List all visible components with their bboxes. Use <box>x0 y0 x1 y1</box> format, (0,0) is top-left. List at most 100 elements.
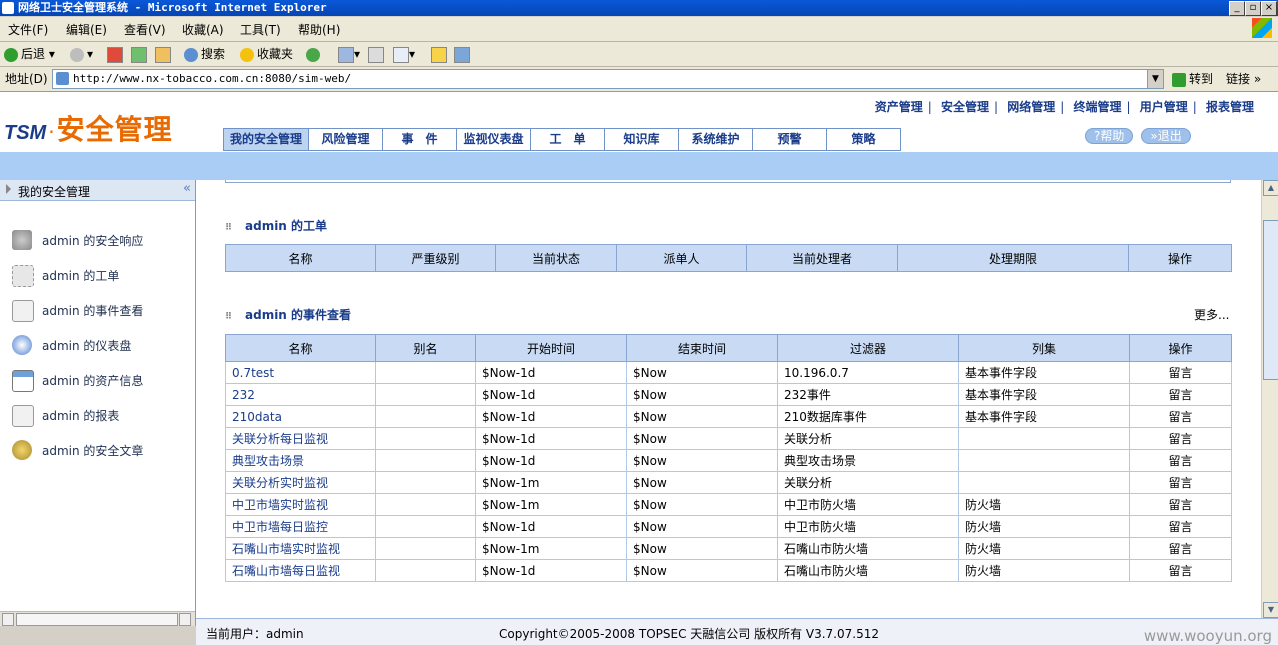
more-link[interactable]: 更多... <box>1194 306 1229 323</box>
scroll-up-icon[interactable]: ▲ <box>1263 180 1278 196</box>
table-row: 210data $Now-1d $Now 210数据库事件 基本事件字段 留言 <box>225 405 1232 428</box>
home-button[interactable] <box>155 45 171 63</box>
menu-file[interactable]: 文件(F) <box>8 21 48 38</box>
comment-link[interactable]: 留言 <box>1129 449 1232 472</box>
menu-tools[interactable]: 工具(T) <box>240 21 281 38</box>
app-header: TSM ·安全管理 资产管理 | 安全管理 | 网络管理 | 终端管理 | 用户管理 | 报… <box>0 92 1278 152</box>
tab-policy[interactable]: 策略 <box>826 128 901 151</box>
maximize-button[interactable]: ▫ <box>1245 1 1261 16</box>
event-name-link[interactable]: 中卫市墙每日监控 <box>225 515 376 538</box>
search-button[interactable]: 搜索 <box>184 45 225 63</box>
link-asset-management[interactable]: 资产管理 <box>875 100 923 114</box>
previous-table-edge <box>225 180 1231 183</box>
comment-link[interactable]: 留言 <box>1129 383 1232 406</box>
links-button[interactable]: 链接 » <box>1226 70 1261 87</box>
event-name-link[interactable]: 232 <box>225 383 376 406</box>
column-header: 操作 <box>1128 244 1232 272</box>
table-cell: $Now-1d <box>475 383 627 406</box>
tab-system[interactable]: 系统维护 <box>678 128 753 151</box>
address-input[interactable] <box>73 71 1143 86</box>
tab-alert[interactable]: 预警 <box>752 128 827 151</box>
tab-risk[interactable]: 风险管理 <box>308 128 383 151</box>
star-icon <box>240 47 254 62</box>
speaker-icon <box>12 230 32 250</box>
comment-link[interactable]: 留言 <box>1129 471 1232 494</box>
comment-link[interactable]: 留言 <box>1129 515 1232 538</box>
logout-button[interactable]: »退出 <box>1141 128 1191 144</box>
link-security-management[interactable]: 安全管理 <box>941 100 989 114</box>
column-header: 派单人 <box>616 244 747 272</box>
menu-help[interactable]: 帮助(H) <box>298 21 340 38</box>
link-user-management[interactable]: 用户管理 <box>1140 100 1188 114</box>
ie-icon <box>2 2 14 14</box>
scroll-thumb[interactable] <box>1263 220 1278 380</box>
messenger-button[interactable] <box>454 45 470 63</box>
media-button[interactable] <box>306 45 323 63</box>
comment-link[interactable]: 留言 <box>1129 493 1232 516</box>
table-cell: 防火墙 <box>958 493 1130 516</box>
table-cell: 210数据库事件 <box>777 405 959 428</box>
forward-button[interactable]: ▾ <box>70 45 93 63</box>
event-name-link[interactable]: 中卫市墙实时监视 <box>225 493 376 516</box>
go-button[interactable]: 转到 <box>1172 70 1213 87</box>
sidebar-title: 我的安全管理 <box>18 185 91 199</box>
comment-link[interactable]: 留言 <box>1129 405 1232 428</box>
main-vertical-scrollbar[interactable]: ▲ ▼ <box>1261 180 1278 618</box>
event-name-link[interactable]: 210data <box>225 405 376 428</box>
address-bar: 地址(D) ▼ 转到 链接 » <box>0 67 1278 92</box>
scroll-right-icon[interactable] <box>179 613 191 626</box>
scroll-left-icon[interactable] <box>2 613 14 626</box>
favorites-button[interactable]: 收藏夹 <box>240 45 293 63</box>
table-row: 关联分析实时监视 $Now-1m $Now 关联分析 留言 <box>225 471 1232 494</box>
edit-button[interactable]: ▾ <box>393 45 415 63</box>
event-name-link[interactable]: 石嘴山市墙每日监视 <box>225 559 376 582</box>
event-name-link[interactable]: 关联分析实时监视 <box>225 471 376 494</box>
event-name-link[interactable]: 关联分析每日监视 <box>225 427 376 450</box>
word-icon <box>393 46 409 63</box>
mail-button[interactable]: ▾ <box>338 45 360 63</box>
tab-dashboard[interactable]: 监视仪表盘 <box>456 128 531 151</box>
table-cell <box>375 427 476 450</box>
table-cell: $Now <box>626 383 778 406</box>
back-button[interactable]: 后退 ▾ <box>4 45 55 63</box>
sidebar-horizontal-scrollbar[interactable] <box>0 611 195 626</box>
menu-favorites[interactable]: 收藏(A) <box>182 21 224 38</box>
menu-view[interactable]: 查看(V) <box>124 21 166 38</box>
address-dropdown-icon[interactable]: ▼ <box>1147 70 1163 88</box>
link-network-management[interactable]: 网络管理 <box>1007 100 1055 114</box>
comment-link[interactable]: 留言 <box>1129 361 1232 384</box>
minimize-button[interactable]: _ <box>1229 1 1245 16</box>
table-cell: $Now-1d <box>475 515 627 538</box>
tab-knowledge[interactable]: 知识库 <box>604 128 679 151</box>
comment-link[interactable]: 留言 <box>1129 537 1232 560</box>
table-cell <box>375 471 476 494</box>
stop-button[interactable] <box>107 45 123 63</box>
table-cell: 防火墙 <box>958 559 1130 582</box>
scroll-down-icon[interactable]: ▼ <box>1263 602 1278 618</box>
table-row: 石嘴山市墙每日监视 $Now-1d $Now 石嘴山市防火墙 防火墙 留言 <box>225 559 1232 582</box>
collapse-icon[interactable]: « <box>183 181 191 196</box>
event-name-link[interactable]: 石嘴山市墙实时监视 <box>225 537 376 560</box>
refresh-button[interactable] <box>131 45 147 63</box>
print-button[interactable] <box>368 45 384 63</box>
tab-events[interactable]: 事 件 <box>382 128 457 151</box>
tab-worklist[interactable]: 工 单 <box>530 128 605 151</box>
tab-my-security[interactable]: 我的安全管理 <box>223 128 309 151</box>
link-terminal-management[interactable]: 终端管理 <box>1073 100 1121 114</box>
link-report-management[interactable]: 报表管理 <box>1206 100 1254 114</box>
scroll-thumb[interactable] <box>16 613 178 626</box>
discuss-button[interactable] <box>431 45 447 63</box>
column-header: 开始时间 <box>475 334 627 362</box>
help-button[interactable]: ?帮助 <box>1085 128 1134 144</box>
bullet-icon: ⠿ <box>225 223 233 233</box>
comment-link[interactable]: 留言 <box>1129 559 1232 582</box>
menu-edit[interactable]: 编辑(E) <box>66 21 107 38</box>
close-button[interactable]: × <box>1261 1 1277 16</box>
table-cell: $Now <box>626 361 778 384</box>
event-name-link[interactable]: 0.7test <box>225 361 376 384</box>
event-name-link[interactable]: 典型攻击场景 <box>225 449 376 472</box>
table-cell: 基本事件字段 <box>958 383 1130 406</box>
table-cell: 基本事件字段 <box>958 405 1130 428</box>
left-sidebar: 我的安全管理 « admin 的安全响应 admin 的工单 admin 的事件… <box>0 180 196 626</box>
comment-link[interactable]: 留言 <box>1129 427 1232 450</box>
